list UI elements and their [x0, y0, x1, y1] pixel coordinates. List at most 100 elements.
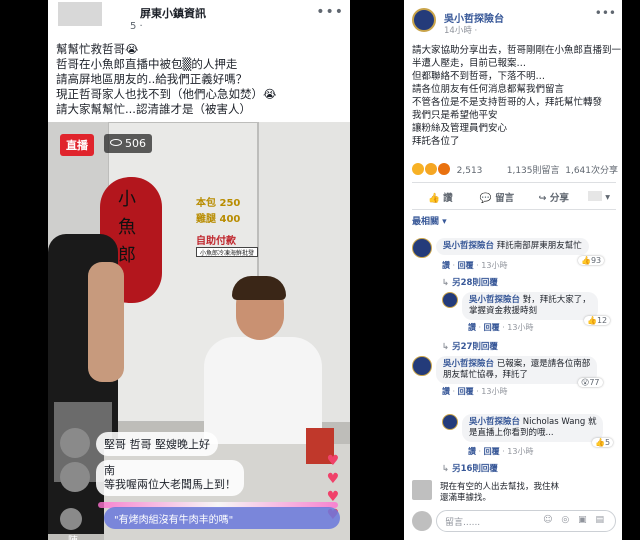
- comment-author-avatar[interactable]: [412, 356, 432, 376]
- left-body-line: 幫幫忙救哲哥😭: [56, 42, 139, 56]
- divider: [412, 209, 616, 210]
- right-post-time[interactable]: 14小時 ·: [444, 24, 477, 36]
- comment-like-link[interactable]: 讚: [468, 323, 476, 332]
- comment-time[interactable]: 13小時: [481, 261, 507, 270]
- right-body-line: 我們只是希望他平安: [412, 110, 498, 121]
- composer-name: 陳: [68, 532, 78, 540]
- right-body-line: 拜託各位了: [412, 136, 460, 147]
- comment-avatar: [60, 462, 90, 492]
- live-badge: 直播: [60, 134, 94, 156]
- comment-reply-link[interactable]: 回覆: [458, 387, 474, 396]
- comment-bubble: 吳小哲探險台 拜託南部屏東朋友幫忙: [436, 238, 589, 255]
- comment-time[interactable]: 13小時: [481, 387, 507, 396]
- like-count: 77: [589, 378, 600, 387]
- left-facebook-post: 屏東小鎮資訊 5 · ••• 幫幫忙救哲哥😭 哲哥在小魚郎直播中被包▒的人押走 …: [48, 0, 350, 540]
- left-page-name[interactable]: 屏東小鎮資訊: [140, 5, 206, 21]
- comment-count[interactable]: 1,135則留言: [507, 166, 560, 176]
- view-replies-link[interactable]: ↳ 另16則回覆: [442, 462, 498, 474]
- left-body-line: 請大家幫幫忙...認清誰才是（被害人）: [56, 102, 251, 116]
- eye-icon: [110, 139, 122, 146]
- comment-text: 對，拜託大家了，: [522, 295, 591, 305]
- view-replies-link[interactable]: ↳ 另28則回覆: [442, 276, 498, 288]
- comment-meta: 讚 · 回覆 · 13小時: [442, 261, 508, 270]
- right-page-name[interactable]: 吳小哲探險台: [444, 10, 504, 25]
- left-post-time[interactable]: 5 ·: [130, 21, 143, 32]
- left-body-line: 哲哥在小魚郎直播中被包▒的人押走: [56, 57, 238, 71]
- like-count: 12: [596, 316, 608, 325]
- comment-input-icons[interactable]: ☺ ◎ ▣ ▤: [543, 515, 607, 525]
- comment-bubble: 現在有空的人出去幫找，我住林 還滿車據找。: [436, 480, 564, 506]
- replies-label: 另16則回覆: [452, 464, 498, 474]
- composer-avatar: [60, 508, 82, 530]
- blurred-avatar[interactable]: [58, 2, 102, 26]
- replies-label: 另27則回覆: [452, 342, 498, 352]
- blurred-thumbnail: [587, 191, 602, 201]
- comment-text: 拜託南部屏東朋友幫忙: [496, 241, 582, 251]
- right-post-body: 請大家協助分享出去，哲哥剛剛在小魚郎直播到一 半遭人壓走，目前已報案… 但都聯絡…: [412, 44, 621, 148]
- comment-like-link[interactable]: 讚: [442, 387, 450, 396]
- comment-like-count[interactable]: 👍12: [584, 316, 611, 325]
- comment-author[interactable]: 吳小哲探險台: [469, 417, 520, 427]
- comment-avatar: [60, 428, 90, 458]
- comment-text: Nicholas Wang 就: [522, 417, 597, 427]
- reaction-icons[interactable]: [412, 163, 450, 176]
- blurred-commenter-avatar[interactable]: [412, 480, 432, 500]
- comment-reply-link[interactable]: 回覆: [458, 261, 474, 270]
- live-comment: 堅哥 哲哥 堅嫂晚上好: [96, 432, 218, 456]
- view-count-badge: 506: [104, 134, 152, 153]
- comment-like-link[interactable]: 讚: [468, 447, 476, 456]
- live-comment-text: 等我喔兩位大老闆馬上到！: [104, 478, 236, 491]
- price-label: 本包 250: [196, 198, 241, 209]
- comment-text: 已報案，還是請各位南部: [496, 359, 591, 369]
- comment-author-avatar[interactable]: [442, 414, 458, 430]
- share-count[interactable]: 1,641次分享: [565, 166, 618, 176]
- more-options-icon[interactable]: •••: [316, 4, 344, 20]
- heart-icon: ♥: [326, 453, 340, 469]
- like-count: 5: [604, 438, 611, 447]
- right-facebook-post: 吳小哲探險台 14小時 · ••• 請大家協助分享出去，哲哥剛剛在小魚郎直播到一…: [404, 0, 622, 540]
- comment-reply-link[interactable]: 回覆: [484, 447, 500, 456]
- comment-input[interactable]: 留言...... ☺ ◎ ▣ ▤: [436, 510, 616, 532]
- comment-author-avatar[interactable]: [412, 238, 432, 258]
- comment-button[interactable]: 💬 留言: [469, 190, 526, 204]
- post-actions: 👍 讚 💬 留言 ↪ 分享 ▾: [412, 186, 616, 208]
- reaction-count[interactable]: 2,513: [457, 166, 483, 176]
- view-replies-link[interactable]: ↳ 另27則回覆: [442, 340, 498, 352]
- right-body-line: 不管各位是不是支持哲哥的人，拜託幫忙轉發: [412, 97, 603, 108]
- right-body-line: 半遭人壓走，目前已報案…: [412, 58, 527, 69]
- comment-like-count[interactable]: 😮77: [578, 378, 603, 387]
- comment-author[interactable]: 吳小哲探險台: [469, 295, 520, 305]
- comment-text: 現在有空的人出去幫找，我住林: [440, 482, 560, 492]
- comment-bubble: 吳小哲探險台 對，拜託大家了， 掌握資金救援時刻: [462, 292, 598, 320]
- person-center-body: [204, 337, 322, 447]
- comment-like-count[interactable]: 👍5: [592, 438, 614, 447]
- like-button[interactable]: 👍 讚: [412, 190, 469, 204]
- right-body-line: 但都聯絡不到哲哥，下落不明…: [412, 71, 546, 82]
- more-options-icon[interactable]: •••: [595, 6, 616, 20]
- comment-time[interactable]: 13小時: [507, 447, 533, 456]
- live-comment-composer[interactable]: "有烤肉組沒有牛肉丰的嗎": [104, 507, 340, 529]
- red-sign-text: 小魚郎: [118, 189, 136, 266]
- user-avatar: [412, 511, 432, 531]
- left-body-line: 現正哲哥家人也找不到（他們心急如焚）😭: [56, 87, 277, 101]
- comment-author[interactable]: 吳小哲探險台: [443, 359, 494, 369]
- live-comment: 南等我喔兩位大老闆馬上到！: [96, 460, 244, 496]
- live-video-frame[interactable]: 小魚郎 本包 250 雞腿 400 自助付款 小魚郎冷凍海鮮批發 直播 506 …: [48, 122, 350, 540]
- comment-like-count[interactable]: 👍93: [578, 256, 605, 265]
- audience-selector[interactable]: ▾: [582, 191, 616, 203]
- comment-reply-link[interactable]: 回覆: [484, 323, 500, 332]
- like-count: 93: [590, 256, 602, 265]
- like-label: 讚: [443, 193, 453, 204]
- comment-time[interactable]: 13小時: [507, 323, 533, 332]
- comment-input-placeholder: 留言......: [445, 518, 481, 528]
- comment-author-avatar[interactable]: [442, 292, 458, 308]
- comment-meta: 讚 · 回覆 · 13小時: [468, 323, 534, 332]
- comment-like-link[interactable]: 讚: [442, 261, 450, 270]
- comment-sort-dropdown[interactable]: 最相關 ▾: [412, 214, 447, 227]
- person-left-arm: [88, 262, 124, 382]
- page-avatar[interactable]: [412, 8, 436, 32]
- comment-text-2: 是直播上你看到的哦...: [469, 428, 554, 438]
- left-post-body: 幫幫忙救哲哥😭 哲哥在小魚郎直播中被包▒的人押走 請高屏地區朋友的..給我們正義…: [56, 42, 346, 117]
- share-button[interactable]: ↪ 分享: [525, 190, 582, 204]
- comment-author[interactable]: 吳小哲探險台: [443, 241, 494, 251]
